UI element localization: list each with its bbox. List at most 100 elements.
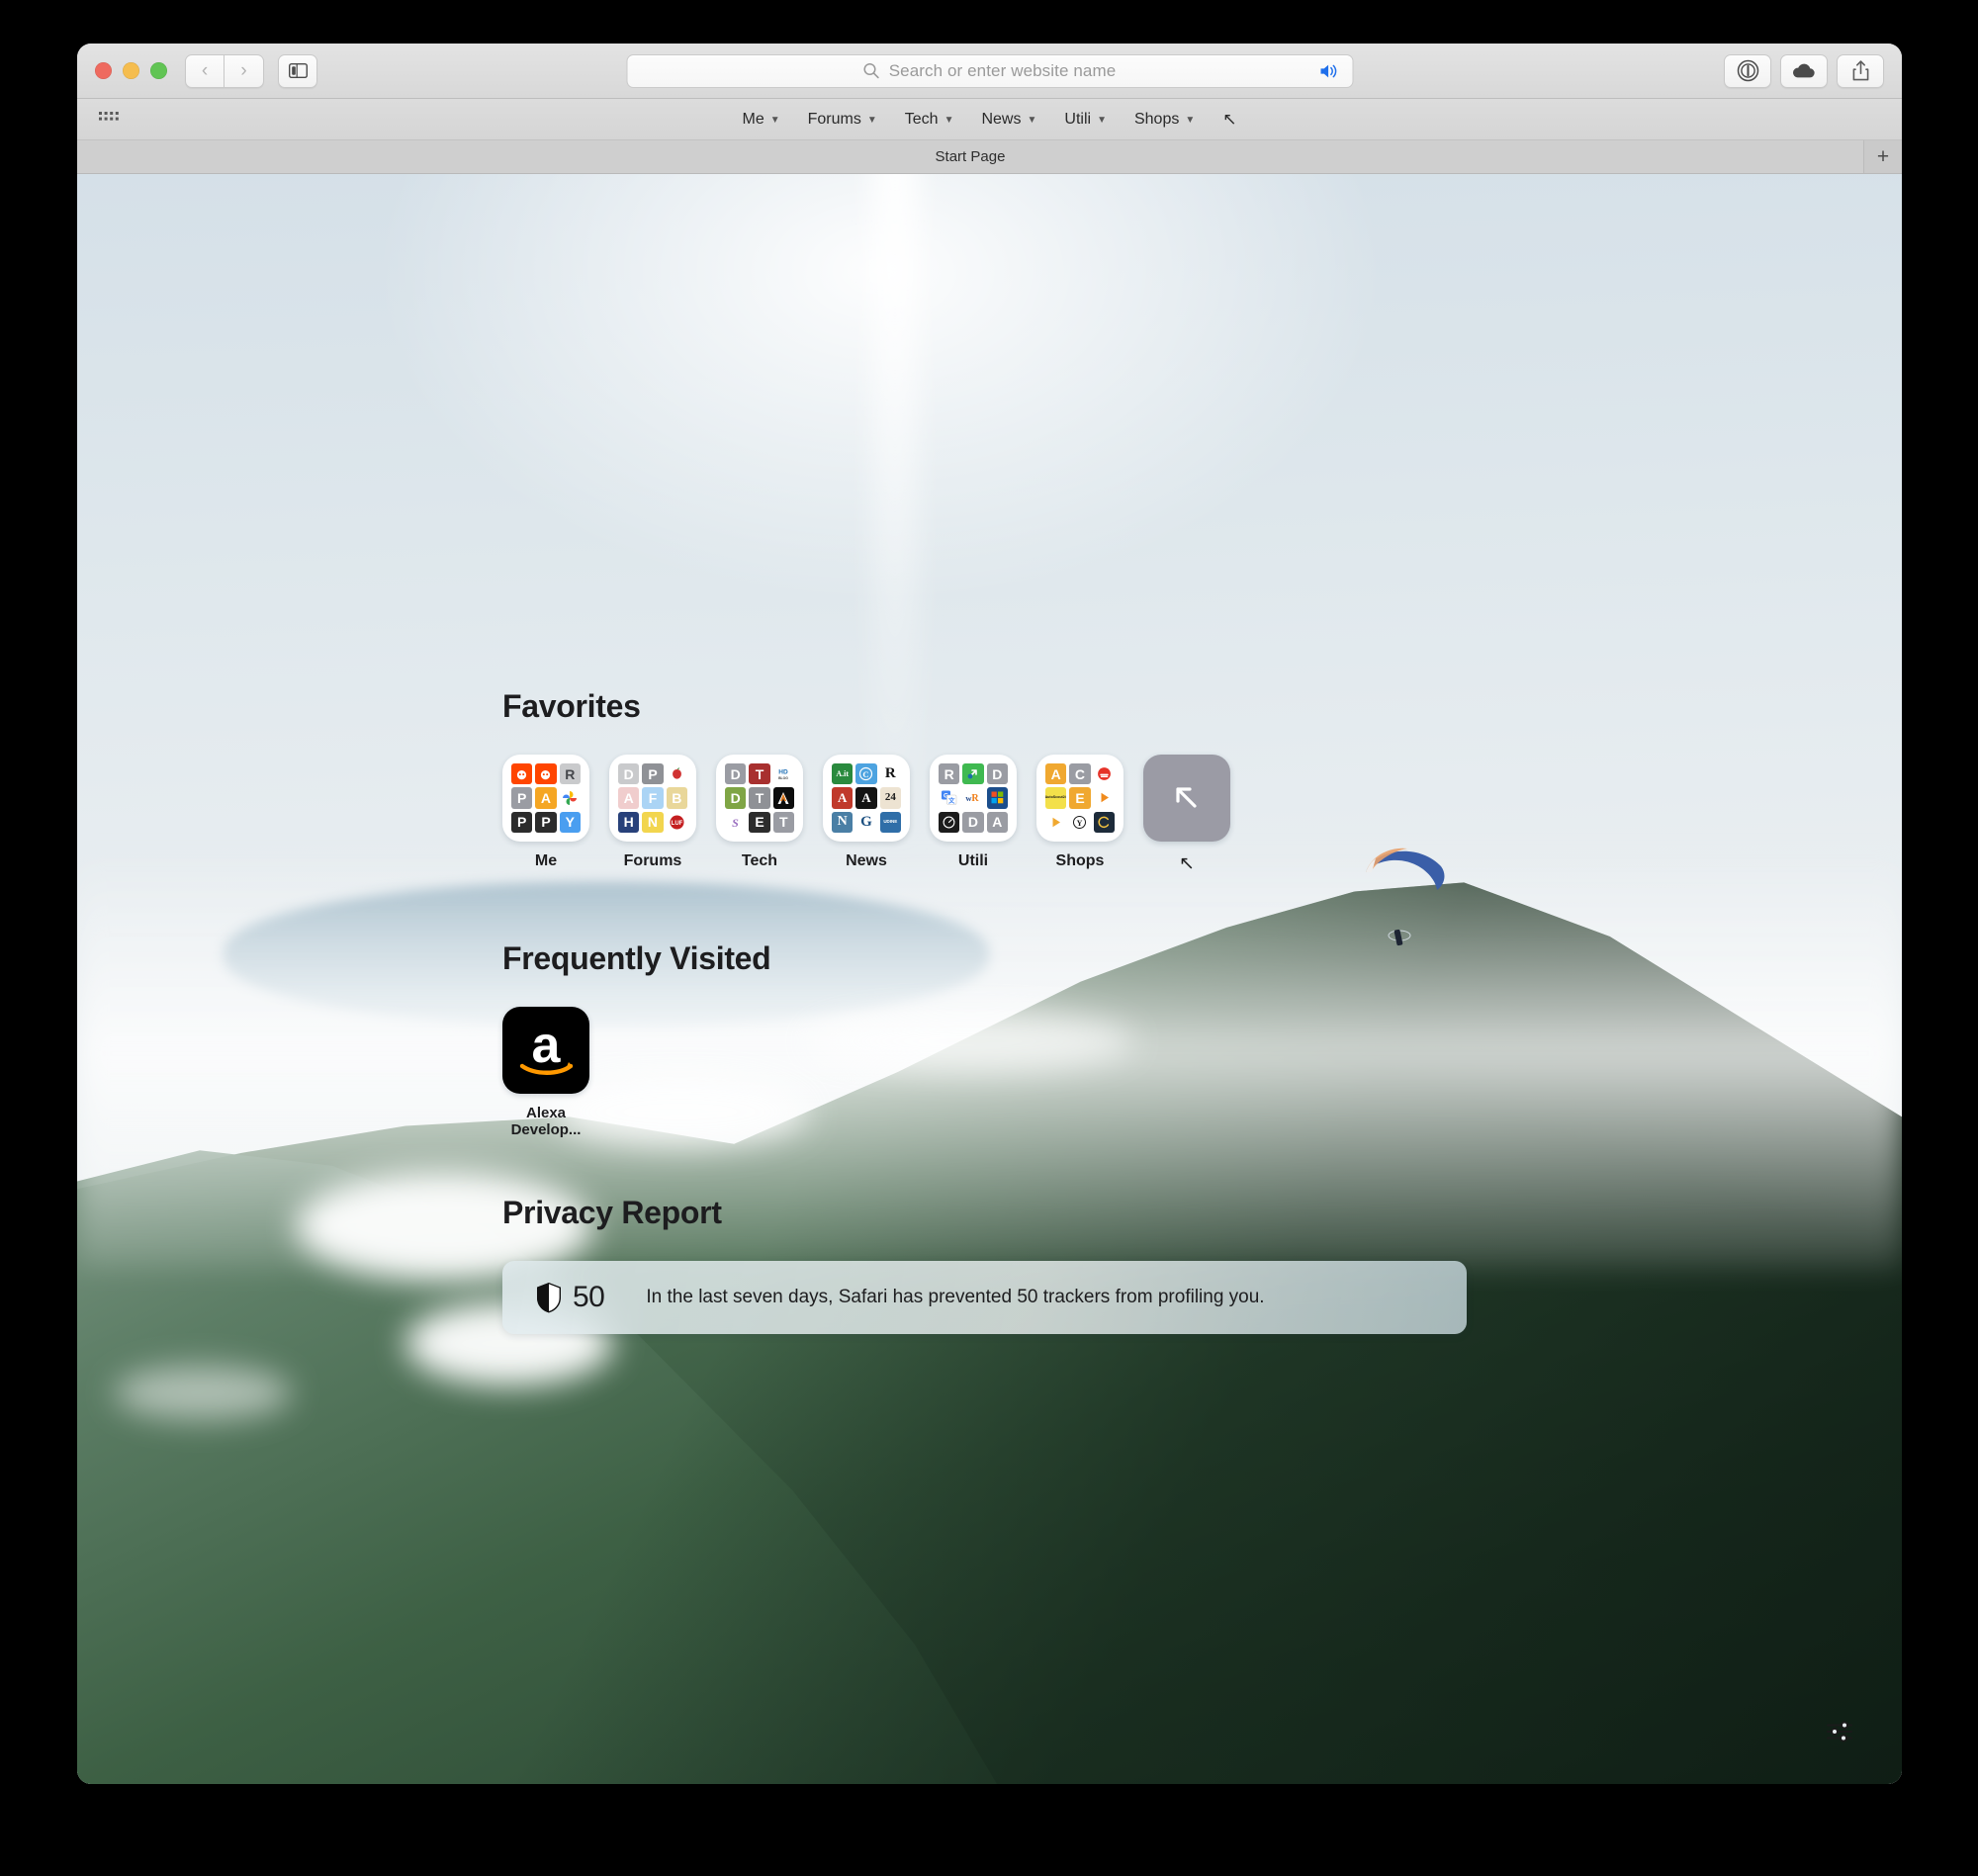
close-window-button[interactable] (95, 62, 112, 79)
favorite-label: Me (534, 852, 558, 869)
mini-tile: D (725, 787, 747, 809)
favorite-folder-preview: R D G文 wR D A (930, 755, 1017, 842)
shield-icon (537, 1282, 561, 1312)
chevron-down-icon: ▼ (769, 115, 780, 126)
back-button[interactable]: ‹ (185, 53, 225, 88)
mini-tile: A (832, 787, 854, 809)
bookmark-me[interactable]: Me ▼ (742, 111, 779, 129)
bookmark-utili[interactable]: Utili ▼ (1064, 111, 1107, 129)
favorite-blank-tile[interactable]: ↖ (1143, 755, 1230, 875)
mini-tile-office (986, 787, 1008, 809)
wallpaper-cloud (113, 1365, 292, 1420)
onepassword-button[interactable] (1724, 53, 1771, 88)
favorite-folder-forums[interactable]: D P A F B H N LUF Forums (609, 755, 696, 870)
mini-tile-apple (666, 763, 687, 785)
mini-tile: A (986, 811, 1008, 833)
mini-tile: D (725, 763, 747, 785)
mini-tile-reddit (535, 763, 557, 785)
privacy-report-section: Privacy Report 50 In the last seven days… (502, 1195, 1902, 1334)
favorite-label: Tech (741, 852, 778, 869)
bookmark-label: Tech (904, 110, 939, 128)
mini-tile-ait: A.it (832, 763, 854, 785)
start-page: Favorites R P A P P Y Me D P A F B H N L… (77, 174, 1902, 1784)
mini-tile: R (559, 763, 581, 785)
mini-tile-orange-play (1045, 811, 1067, 833)
audio-playing-button[interactable] (1318, 62, 1340, 80)
bookmark-shops[interactable]: Shops ▼ (1134, 111, 1195, 129)
mini-tile: P (511, 787, 533, 809)
mini-tile: A (1045, 763, 1067, 785)
bookmark-label: Forums (807, 110, 861, 128)
icloud-button[interactable] (1780, 53, 1828, 88)
bookmark-forums[interactable]: Forums ▼ (808, 111, 877, 129)
mini-tile-arch (772, 787, 794, 809)
mini-tile: A (618, 787, 640, 809)
new-tab-button[interactable]: + (1864, 140, 1902, 173)
svg-text:R: R (972, 793, 980, 804)
privacy-report-card[interactable]: 50 In the last seven days, Safari has pr… (502, 1260, 1467, 1334)
address-bar-placeholder: Search or enter website name (888, 60, 1117, 80)
privacy-report-message: In the last seven days, Safari has preve… (646, 1286, 1265, 1307)
favorites-grid: R P A P P Y Me D P A F B H N LUF Forums … (502, 755, 1902, 875)
start-page-settings-button[interactable] (1823, 1715, 1856, 1748)
amazon-logo-icon: a (502, 1007, 589, 1094)
bookmark-label: Shops (1133, 110, 1180, 128)
favorite-folder-preview: D T HD BLOG D T S E T (716, 755, 803, 842)
tab-start-page[interactable]: Start Page (77, 140, 1864, 173)
mini-tile: H (618, 811, 640, 833)
mini-tile: D (986, 763, 1008, 785)
mini-tile-circle-c: C (855, 763, 877, 785)
mini-tile-circle-c2 (1093, 811, 1115, 833)
favorite-label: Utili (957, 852, 989, 869)
sliders-icon (1827, 1721, 1852, 1742)
app-grid-icon[interactable] (99, 112, 119, 127)
tracker-summary: 50 (536, 1281, 605, 1314)
svg-text:文: 文 (947, 796, 955, 805)
favorite-folder-tech[interactable]: D T HD BLOG D T S E T Tech (716, 755, 803, 870)
mini-tile-autoscout: AutoScout24 (1045, 787, 1067, 809)
favorite-folder-preview: A.it C R A A 24 N G UDINE (823, 755, 910, 842)
mini-tile: 24 (879, 787, 901, 809)
favorite-folder-utili[interactable]: R D G文 wR D A Utili (930, 755, 1017, 870)
mini-tile-green-arrow (962, 763, 984, 785)
mini-tile-google-photos (559, 787, 581, 809)
mini-tile: P (535, 811, 557, 833)
show-sidebar-button[interactable] (278, 53, 317, 88)
mini-tile: T (772, 811, 794, 833)
frequently-visited-item[interactable]: a Alexa Develop... (502, 1007, 589, 1139)
mini-tile-circle-y: Y (1069, 811, 1091, 833)
mini-tile: P (642, 763, 664, 785)
favorite-folder-me[interactable]: R P A P P Y Me (502, 755, 589, 870)
bookmark-label: Me (742, 110, 764, 128)
mini-tile: R (939, 763, 960, 785)
favorite-folder-shops[interactable]: A C AutoScout24 E Y Shops (1036, 755, 1124, 870)
share-icon (1852, 60, 1868, 81)
tab-bar: Start Page + (77, 140, 1902, 174)
mini-tile: B (666, 787, 687, 809)
tab-title: Start Page (935, 148, 1006, 165)
bookmark-label: Utili (1064, 110, 1092, 128)
mini-tile: F (642, 787, 664, 809)
favorite-label: Forums (623, 852, 682, 869)
chevron-down-icon: ▼ (1027, 115, 1037, 126)
mini-tile: N (642, 811, 664, 833)
minimize-window-button[interactable] (123, 62, 139, 79)
1password-icon (1737, 59, 1758, 82)
share-button[interactable] (1837, 53, 1884, 88)
bookmark-tech[interactable]: Tech ▼ (905, 111, 954, 129)
mini-tile: T (749, 763, 770, 785)
address-bar[interactable]: Search or enter website name (626, 53, 1353, 88)
bookmark-news[interactable]: News ▼ (981, 111, 1036, 129)
window-traffic-lights (95, 62, 167, 79)
svg-text:S: S (732, 816, 739, 830)
favorites-section: Favorites R P A P P Y Me D P A F B H N L… (502, 688, 1902, 875)
bookmarks-bar: Me ▼ Forums ▼ Tech ▼ News ▼ Utili ▼ Shop… (77, 99, 1902, 140)
bookmarks-overflow-icon[interactable]: ↖ (1222, 110, 1236, 130)
svg-text:HD: HD (779, 768, 789, 775)
start-page-content: Favorites R P A P P Y Me D P A F B H N L… (77, 174, 1902, 1334)
chevron-down-icon: ▼ (944, 115, 954, 126)
forward-button[interactable]: › (225, 53, 264, 88)
zoom-window-button[interactable] (150, 62, 167, 79)
favorite-folder-news[interactable]: A.it C R A A 24 N G UDINE News (823, 755, 910, 870)
frequently-visited-label: Alexa Develop... (510, 1105, 582, 1139)
